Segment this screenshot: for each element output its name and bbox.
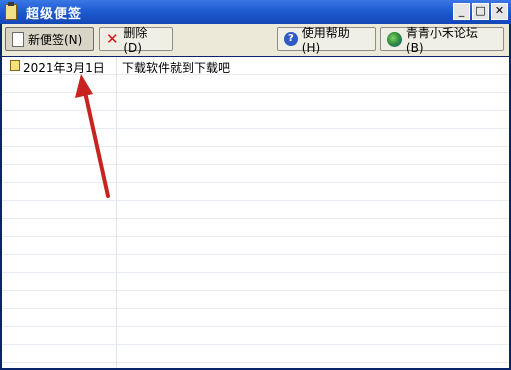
app-window: 超级便签 _ □ ✕ 新便签(N) ✕ 删除(D) ? 使用帮助(H) 青青小禾… [0, 0, 511, 370]
red-arrow-annotation [75, 74, 110, 198]
